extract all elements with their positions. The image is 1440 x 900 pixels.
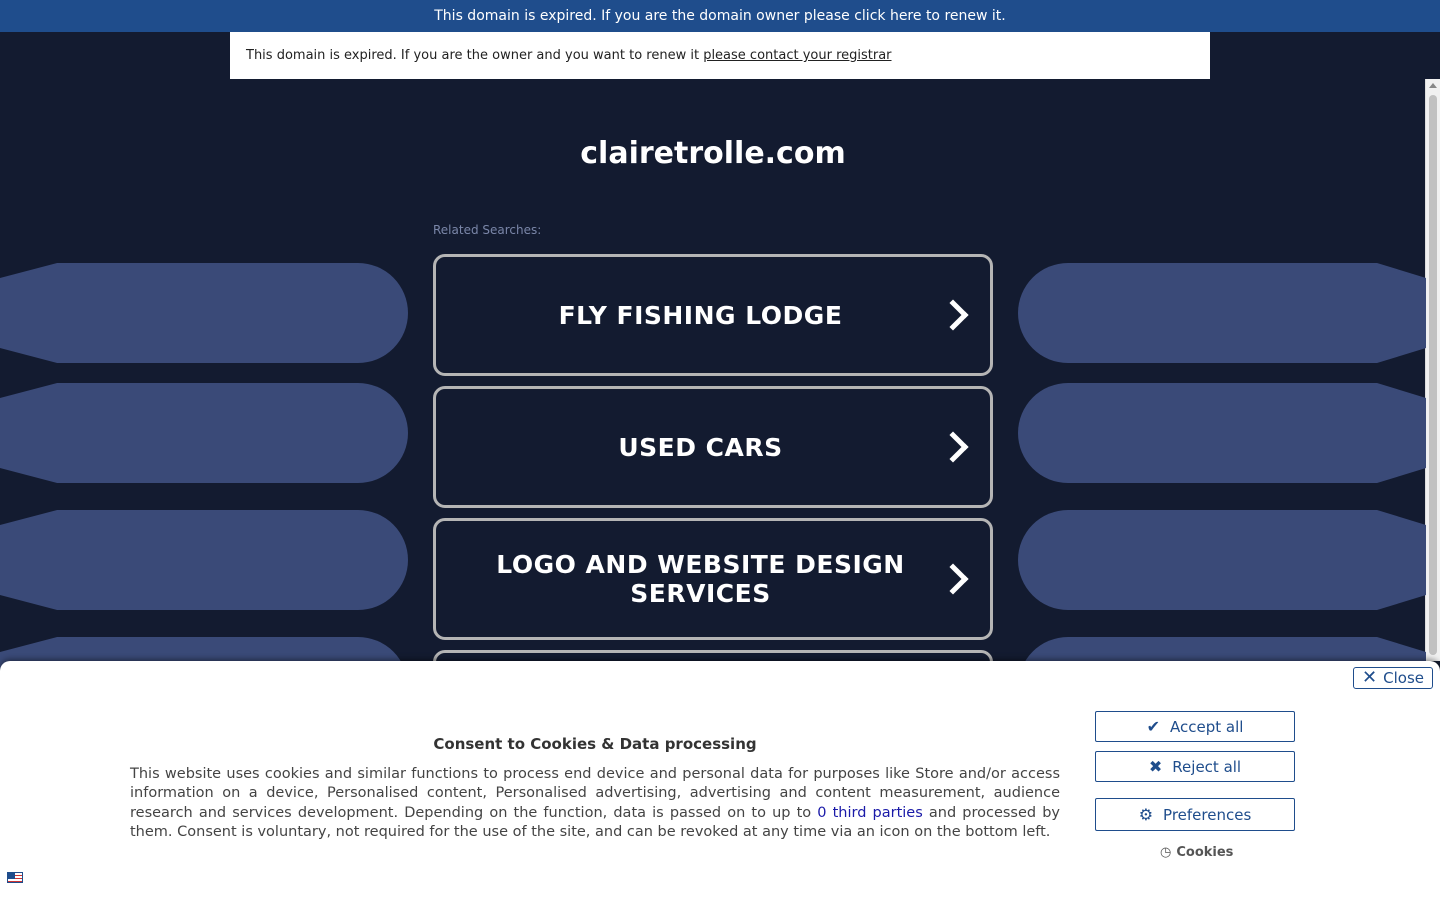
accept-all-button[interactable]: ✔ Accept all <box>1095 711 1295 742</box>
accept-all-label: Accept all <box>1169 717 1244 736</box>
preferences-label: Preferences <box>1163 805 1252 824</box>
scrollbar-thumb[interactable] <box>1429 95 1437 655</box>
third-parties-link[interactable]: 0 third parties <box>817 805 923 821</box>
scrollbar[interactable] <box>1425 79 1440 661</box>
related-search-label: USED CARS <box>618 432 783 462</box>
related-search-button[interactable]: FLY FISHING LODGE <box>433 254 993 376</box>
related-search-label: FLY FISHING LODGE <box>558 300 843 330</box>
gear-icon: ⚙ <box>1138 805 1154 824</box>
background-shape <box>0 510 408 610</box>
related-search-button[interactable]: LOGO AND WEBSITE DESIGN SERVICES <box>433 518 993 640</box>
background-shape <box>0 263 408 363</box>
chevron-right-icon <box>937 563 969 595</box>
cookies-link[interactable]: ◷ Cookies <box>1160 845 1233 860</box>
related-search-label: LOGO AND WEBSITE DESIGN SERVICES <box>496 550 905 608</box>
scroll-up-arrow-icon[interactable] <box>1429 83 1437 88</box>
related-search-button[interactable]: USED CARS <box>433 386 993 508</box>
close-icon: ✕ <box>1362 667 1378 688</box>
close-icon: ✖ <box>1148 757 1163 776</box>
cookie-consent-panel: ✕ Close Consent to Cookies & Data proces… <box>0 661 1440 900</box>
preferences-button[interactable]: ⚙ Preferences <box>1095 798 1295 831</box>
close-button[interactable]: ✕ Close <box>1353 667 1433 689</box>
reject-all-button[interactable]: ✖ Reject all <box>1095 751 1295 782</box>
notice-text: This domain is expired. If you are the o… <box>246 48 704 63</box>
cookie-title: Consent to Cookies & Data processing <box>433 735 757 753</box>
domain-title: clairetrolle.com <box>580 136 846 171</box>
chevron-right-icon <box>937 431 969 463</box>
background-shape <box>1018 510 1426 610</box>
checkmark-icon: ✔ <box>1146 717 1160 736</box>
background-shape <box>0 383 408 483</box>
language-flag-icon[interactable] <box>7 872 23 883</box>
background-shape <box>1018 383 1426 483</box>
background-shape <box>1018 263 1426 363</box>
cookie-description: This website uses cookies and similar fu… <box>130 765 1060 842</box>
contact-registrar-link[interactable]: please contact your registrar <box>703 48 891 63</box>
cookie-icon: ◷ <box>1160 845 1172 860</box>
chevron-right-icon <box>937 299 969 331</box>
close-label: Close <box>1383 669 1424 687</box>
cookies-link-label: Cookies <box>1176 845 1234 860</box>
reject-all-label: Reject all <box>1172 757 1242 776</box>
related-searches-label: Related Searches: <box>433 223 542 237</box>
expired-banner[interactable]: This domain is expired. If you are the d… <box>0 0 1440 32</box>
expired-notice: This domain is expired. If you are the o… <box>230 32 1210 79</box>
